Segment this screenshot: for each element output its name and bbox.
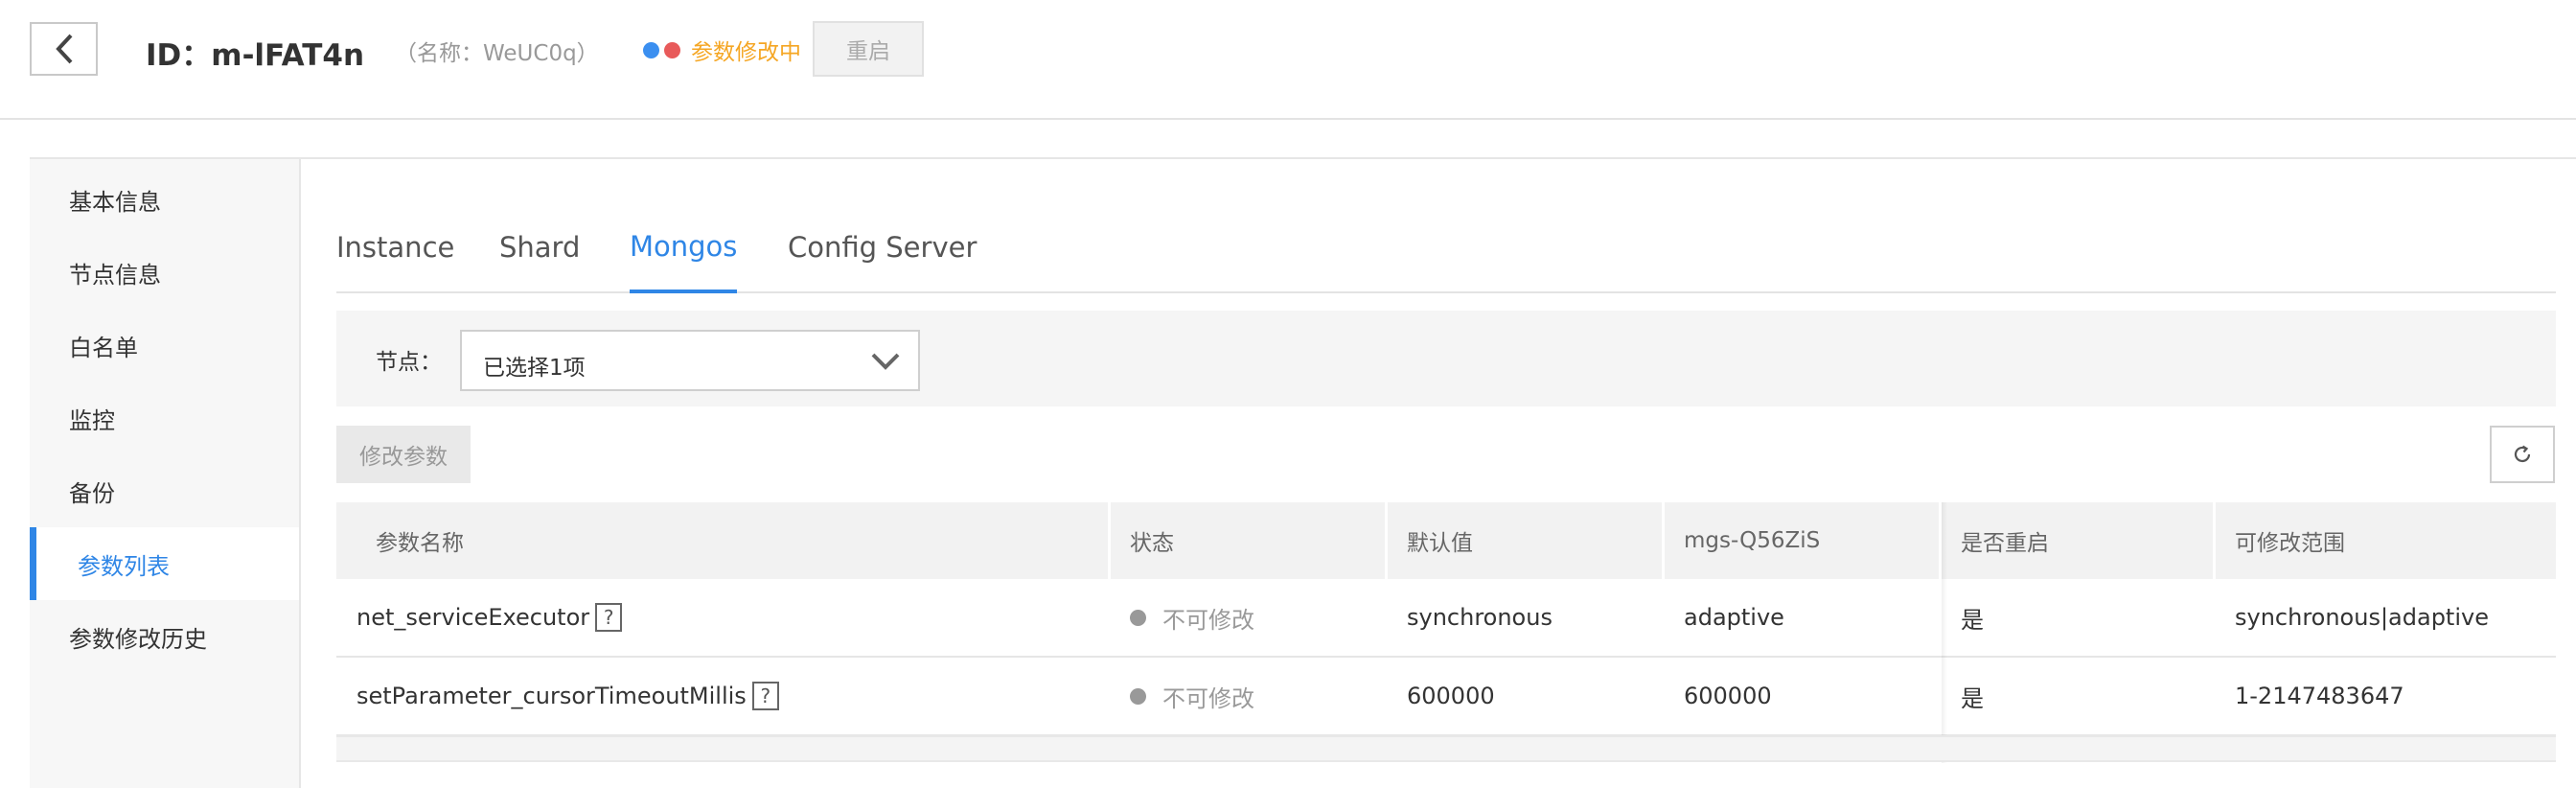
modifiable-range: 1-2147483647 — [2235, 683, 2404, 709]
status-dot — [1130, 609, 1146, 626]
status-dot-blue — [643, 41, 659, 58]
column-header-restart: 是否重启 — [1939, 502, 2049, 579]
help-icon[interactable]: ? — [751, 682, 779, 710]
sidebar-item-basic-info[interactable]: 基本信息 — [30, 163, 299, 236]
refresh-icon — [2514, 445, 2531, 463]
tab-config-server[interactable]: Config Server — [788, 203, 977, 291]
sidebar-item-monitoring[interactable]: 监控 — [30, 382, 299, 454]
filter-bar: 节点： 已选择1项 — [336, 311, 2556, 406]
sidebar-item-parameter-list[interactable]: 参数列表 — [30, 527, 299, 600]
restart-button[interactable]: 重启 — [813, 21, 924, 77]
node-select[interactable]: 已选择1项 — [460, 330, 920, 391]
sidebar-item-parameter-history[interactable]: 参数修改历史 — [30, 600, 299, 673]
current-value: adaptive — [1684, 604, 1784, 631]
restart-required: 是 — [1961, 606, 1984, 634]
default-value: 600000 — [1407, 683, 1495, 709]
status-dot-red — [664, 41, 680, 58]
chevron-down-icon — [871, 353, 900, 370]
status-cell: 不可修改 — [1130, 658, 1254, 734]
status-text: 不可修改 — [1162, 606, 1254, 634]
tab-bar: Instance Shard Mongos Config Server — [336, 203, 2556, 293]
column-header-range: 可修改范围 — [2213, 502, 2345, 579]
instance-name: （名称：WeUC0q） — [395, 41, 599, 66]
back-button[interactable] — [30, 22, 98, 76]
param-name-cell: setParameter_cursorTimeoutMillis ? — [356, 658, 779, 734]
chevron-left-icon — [55, 34, 72, 64]
tab-shard[interactable]: Shard — [499, 203, 580, 291]
sidebar-item-node-info[interactable]: 节点信息 — [30, 236, 299, 309]
page-title: ID：m-lFAT4n — [146, 38, 365, 73]
column-header-name: 参数名称 — [376, 531, 464, 556]
column-header-current-value: mgs-Q56ZiS — [1662, 502, 1820, 579]
node-select-value: 已选择1项 — [483, 356, 586, 381]
param-name: setParameter_cursorTimeoutMillis — [356, 683, 747, 709]
refresh-button[interactable] — [2490, 426, 2555, 483]
node-filter-label: 节点： — [376, 350, 442, 375]
fixed-column-shadow — [1942, 502, 1947, 763]
status-text: 不可修改 — [1162, 684, 1254, 712]
horizontal-scrollbar[interactable] — [336, 735, 2556, 762]
table-row: setParameter_cursorTimeoutMillis ? 不可修改 … — [336, 658, 2556, 736]
parameter-table: 参数名称 状态 默认值 mgs-Q56ZiS 是否重启 可修改范围 net_se… — [336, 502, 2556, 763]
column-header-status: 状态 — [1108, 502, 1174, 579]
table-header: 参数名称 状态 默认值 mgs-Q56ZiS 是否重启 可修改范围 — [336, 502, 2556, 579]
status-text: 参数修改中 — [691, 40, 801, 65]
restart-required: 是 — [1961, 684, 1984, 712]
param-name-cell: net_serviceExecutor ? — [356, 579, 623, 656]
modifiable-range: synchronous|adaptive — [2235, 604, 2489, 631]
status-indicator: 参数修改中 — [643, 34, 801, 66]
sidebar-item-whitelist[interactable]: 白名单 — [30, 309, 299, 382]
tab-mongos[interactable]: Mongos — [630, 203, 738, 293]
column-header-default: 默认值 — [1385, 502, 1473, 579]
param-name: net_serviceExecutor — [356, 604, 590, 631]
status-cell: 不可修改 — [1130, 579, 1254, 656]
help-icon[interactable]: ? — [595, 603, 623, 632]
modify-parameters-button[interactable]: 修改参数 — [336, 426, 471, 483]
current-value: 600000 — [1684, 683, 1772, 709]
page-header: ID：m-lFAT4n （名称：WeUC0q） 参数修改中 重启 — [0, 0, 2576, 120]
status-dot — [1130, 687, 1146, 705]
sidebar: 基本信息 节点信息 白名单 监控 备份 参数列表 参数修改历史 — [30, 159, 301, 788]
tab-instance[interactable]: Instance — [336, 203, 454, 291]
table-row: net_serviceExecutor ? 不可修改 synchronous a… — [336, 579, 2556, 658]
sidebar-item-backup[interactable]: 备份 — [30, 454, 299, 527]
default-value: synchronous — [1407, 604, 1552, 631]
